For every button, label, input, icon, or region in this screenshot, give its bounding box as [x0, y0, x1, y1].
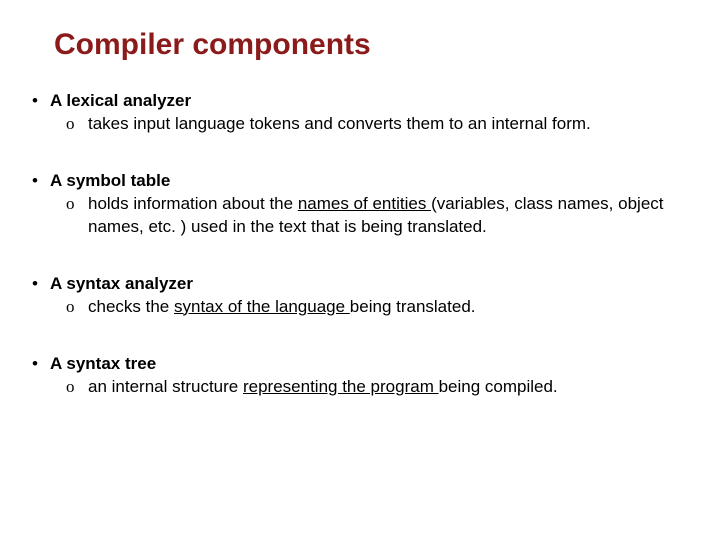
bullet-row: • A lexical analyzer: [30, 90, 690, 113]
circle-bullet-icon: o: [66, 296, 88, 319]
bullet-row: • A symbol table: [30, 170, 690, 193]
item-term: A syntax analyzer: [50, 273, 193, 296]
bullet-row: • A syntax tree: [30, 353, 690, 376]
sub-bullet-row: o holds information about the names of e…: [30, 193, 690, 239]
slide: Compiler components • A lexical analyzer…: [0, 0, 720, 452]
circle-bullet-icon: o: [66, 193, 88, 239]
circle-bullet-icon: o: [66, 113, 88, 136]
list-item: • A syntax analyzer o checks the syntax …: [30, 273, 690, 319]
item-term: A lexical analyzer: [50, 90, 191, 113]
item-term: A syntax tree: [50, 353, 156, 376]
list-item: • A symbol table o holds information abo…: [30, 170, 690, 239]
bullet-icon: •: [30, 170, 50, 193]
sub-bullet-row: o an internal structure representing the…: [30, 376, 690, 399]
slide-title: Compiler components: [54, 28, 690, 62]
sub-bullet-row: o takes input language tokens and conver…: [30, 113, 690, 136]
circle-bullet-icon: o: [66, 376, 88, 399]
item-description: holds information about the names of ent…: [88, 193, 690, 239]
item-term: A symbol table: [50, 170, 170, 193]
list-item: • A syntax tree o an internal structure …: [30, 353, 690, 399]
bullet-icon: •: [30, 353, 50, 376]
item-description: an internal structure representing the p…: [88, 376, 690, 399]
sub-bullet-row: o checks the syntax of the language bein…: [30, 296, 690, 319]
item-description: checks the syntax of the language being …: [88, 296, 690, 319]
bullet-icon: •: [30, 90, 50, 113]
bullet-icon: •: [30, 273, 50, 296]
item-description: takes input language tokens and converts…: [88, 113, 690, 136]
list-item: • A lexical analyzer o takes input langu…: [30, 90, 690, 136]
bullet-row: • A syntax analyzer: [30, 273, 690, 296]
